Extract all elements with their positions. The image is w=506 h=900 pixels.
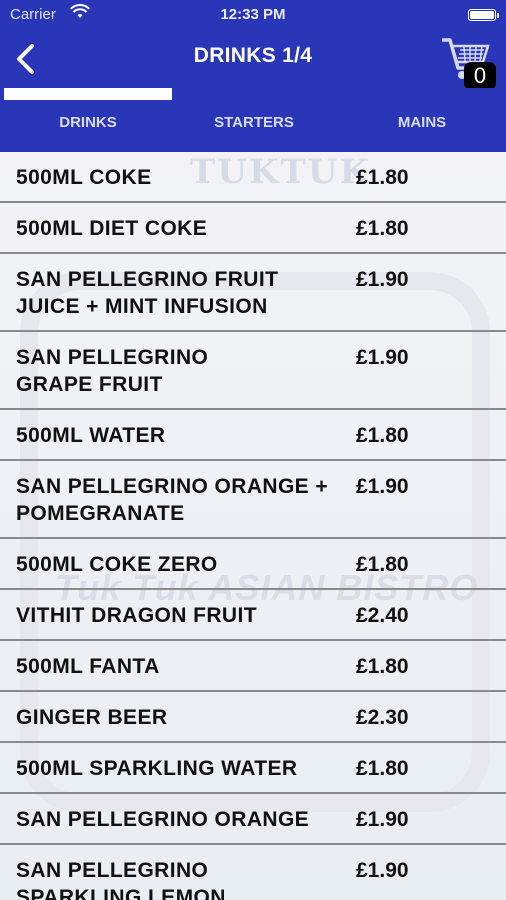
item-price: £2.30 [356,706,409,729]
status-time: 12:33 PM [220,6,286,23]
menu-item[interactable]: 500ML DIET COKE £1.80 [0,203,506,254]
item-price: £2.40 [356,604,409,627]
menu-item[interactable]: GINGER BEER £2.30 [0,692,506,743]
item-name: 500ML SPARKLING WATER [16,757,298,780]
battery-icon [468,9,499,21]
item-name: SAN PELLEGRINO GRAPE FRUIT [16,346,209,396]
item-price: £1.90 [356,808,409,831]
item-price: £1.80 [356,217,409,240]
menu-item[interactable]: VITHIT DRAGON FRUIT £2.40 [0,590,506,641]
menu-item[interactable]: SAN PELLEGRINO ORANGE + POMEGRANATE £1.9… [0,461,506,539]
menu-item[interactable]: 500ML COKE ZERO £1.80 [0,539,506,590]
menu-item[interactable]: 500ML COKE £1.80 [0,152,506,203]
status-bar: Carrier 12:33 PM [0,0,506,30]
page-title: DRINKS 1/4 [193,44,313,67]
active-tab-indicator [4,88,172,100]
item-price: £1.80 [356,424,409,447]
item-price: £1.90 [356,346,409,369]
item-name: 500ML WATER [16,424,166,447]
item-price: £1.90 [356,268,409,291]
item-name: 500ML COKE [16,166,152,189]
menu-list[interactable]: TUKTUK Tuk Tuk ASIAN BISTRO 500ML COKE £… [0,152,506,900]
tab-starters[interactable]: STARTERS [170,114,338,131]
category-tabs: DRINKS STARTERS MAINS [0,88,506,152]
menu-item[interactable]: 500ML FANTA £1.80 [0,641,506,692]
menu-item[interactable]: 500ML SPARKLING WATER £1.80 [0,743,506,794]
tab-mains[interactable]: MAINS [338,114,506,131]
item-price: £1.80 [356,166,409,189]
item-name: GINGER BEER [16,706,168,729]
item-price: £1.80 [356,553,409,576]
item-name: 500ML FANTA [16,655,160,678]
item-price: £1.90 [356,475,409,498]
nav-bar: DRINKS 1/4 0 [0,30,506,90]
item-price: £1.90 [356,859,409,882]
item-price: £1.80 [356,757,409,780]
tab-drinks[interactable]: DRINKS [4,114,172,131]
item-name: 500ML DIET COKE [16,217,208,240]
menu-item[interactable]: 500ML WATER £1.80 [0,410,506,461]
item-price: £1.80 [356,655,409,678]
menu-item[interactable]: SAN PELLEGRINO ORANGE £1.90 [0,794,506,845]
item-name: VITHIT DRAGON FRUIT [16,604,257,627]
menu-item[interactable]: SAN PELLEGRINO SPARKLING LEMON £1.90 [0,845,506,900]
item-name: SAN PELLEGRINO ORANGE [16,808,310,831]
item-name: SAN PELLEGRINO SPARKLING LEMON [16,859,226,900]
cart-count-badge: 0 [464,62,496,90]
item-name: SAN PELLEGRINO ORANGE + POMEGRANATE [16,475,328,525]
menu-item[interactable]: SAN PELLEGRINO GRAPE FRUIT £1.90 [0,332,506,410]
item-name: SAN PELLEGRINO FRUIT JUICE + MINT INFUSI… [16,268,279,318]
menu-item[interactable]: SAN PELLEGRINO FRUIT JUICE + MINT INFUSI… [0,254,506,332]
item-name: 500ML COKE ZERO [16,553,218,576]
